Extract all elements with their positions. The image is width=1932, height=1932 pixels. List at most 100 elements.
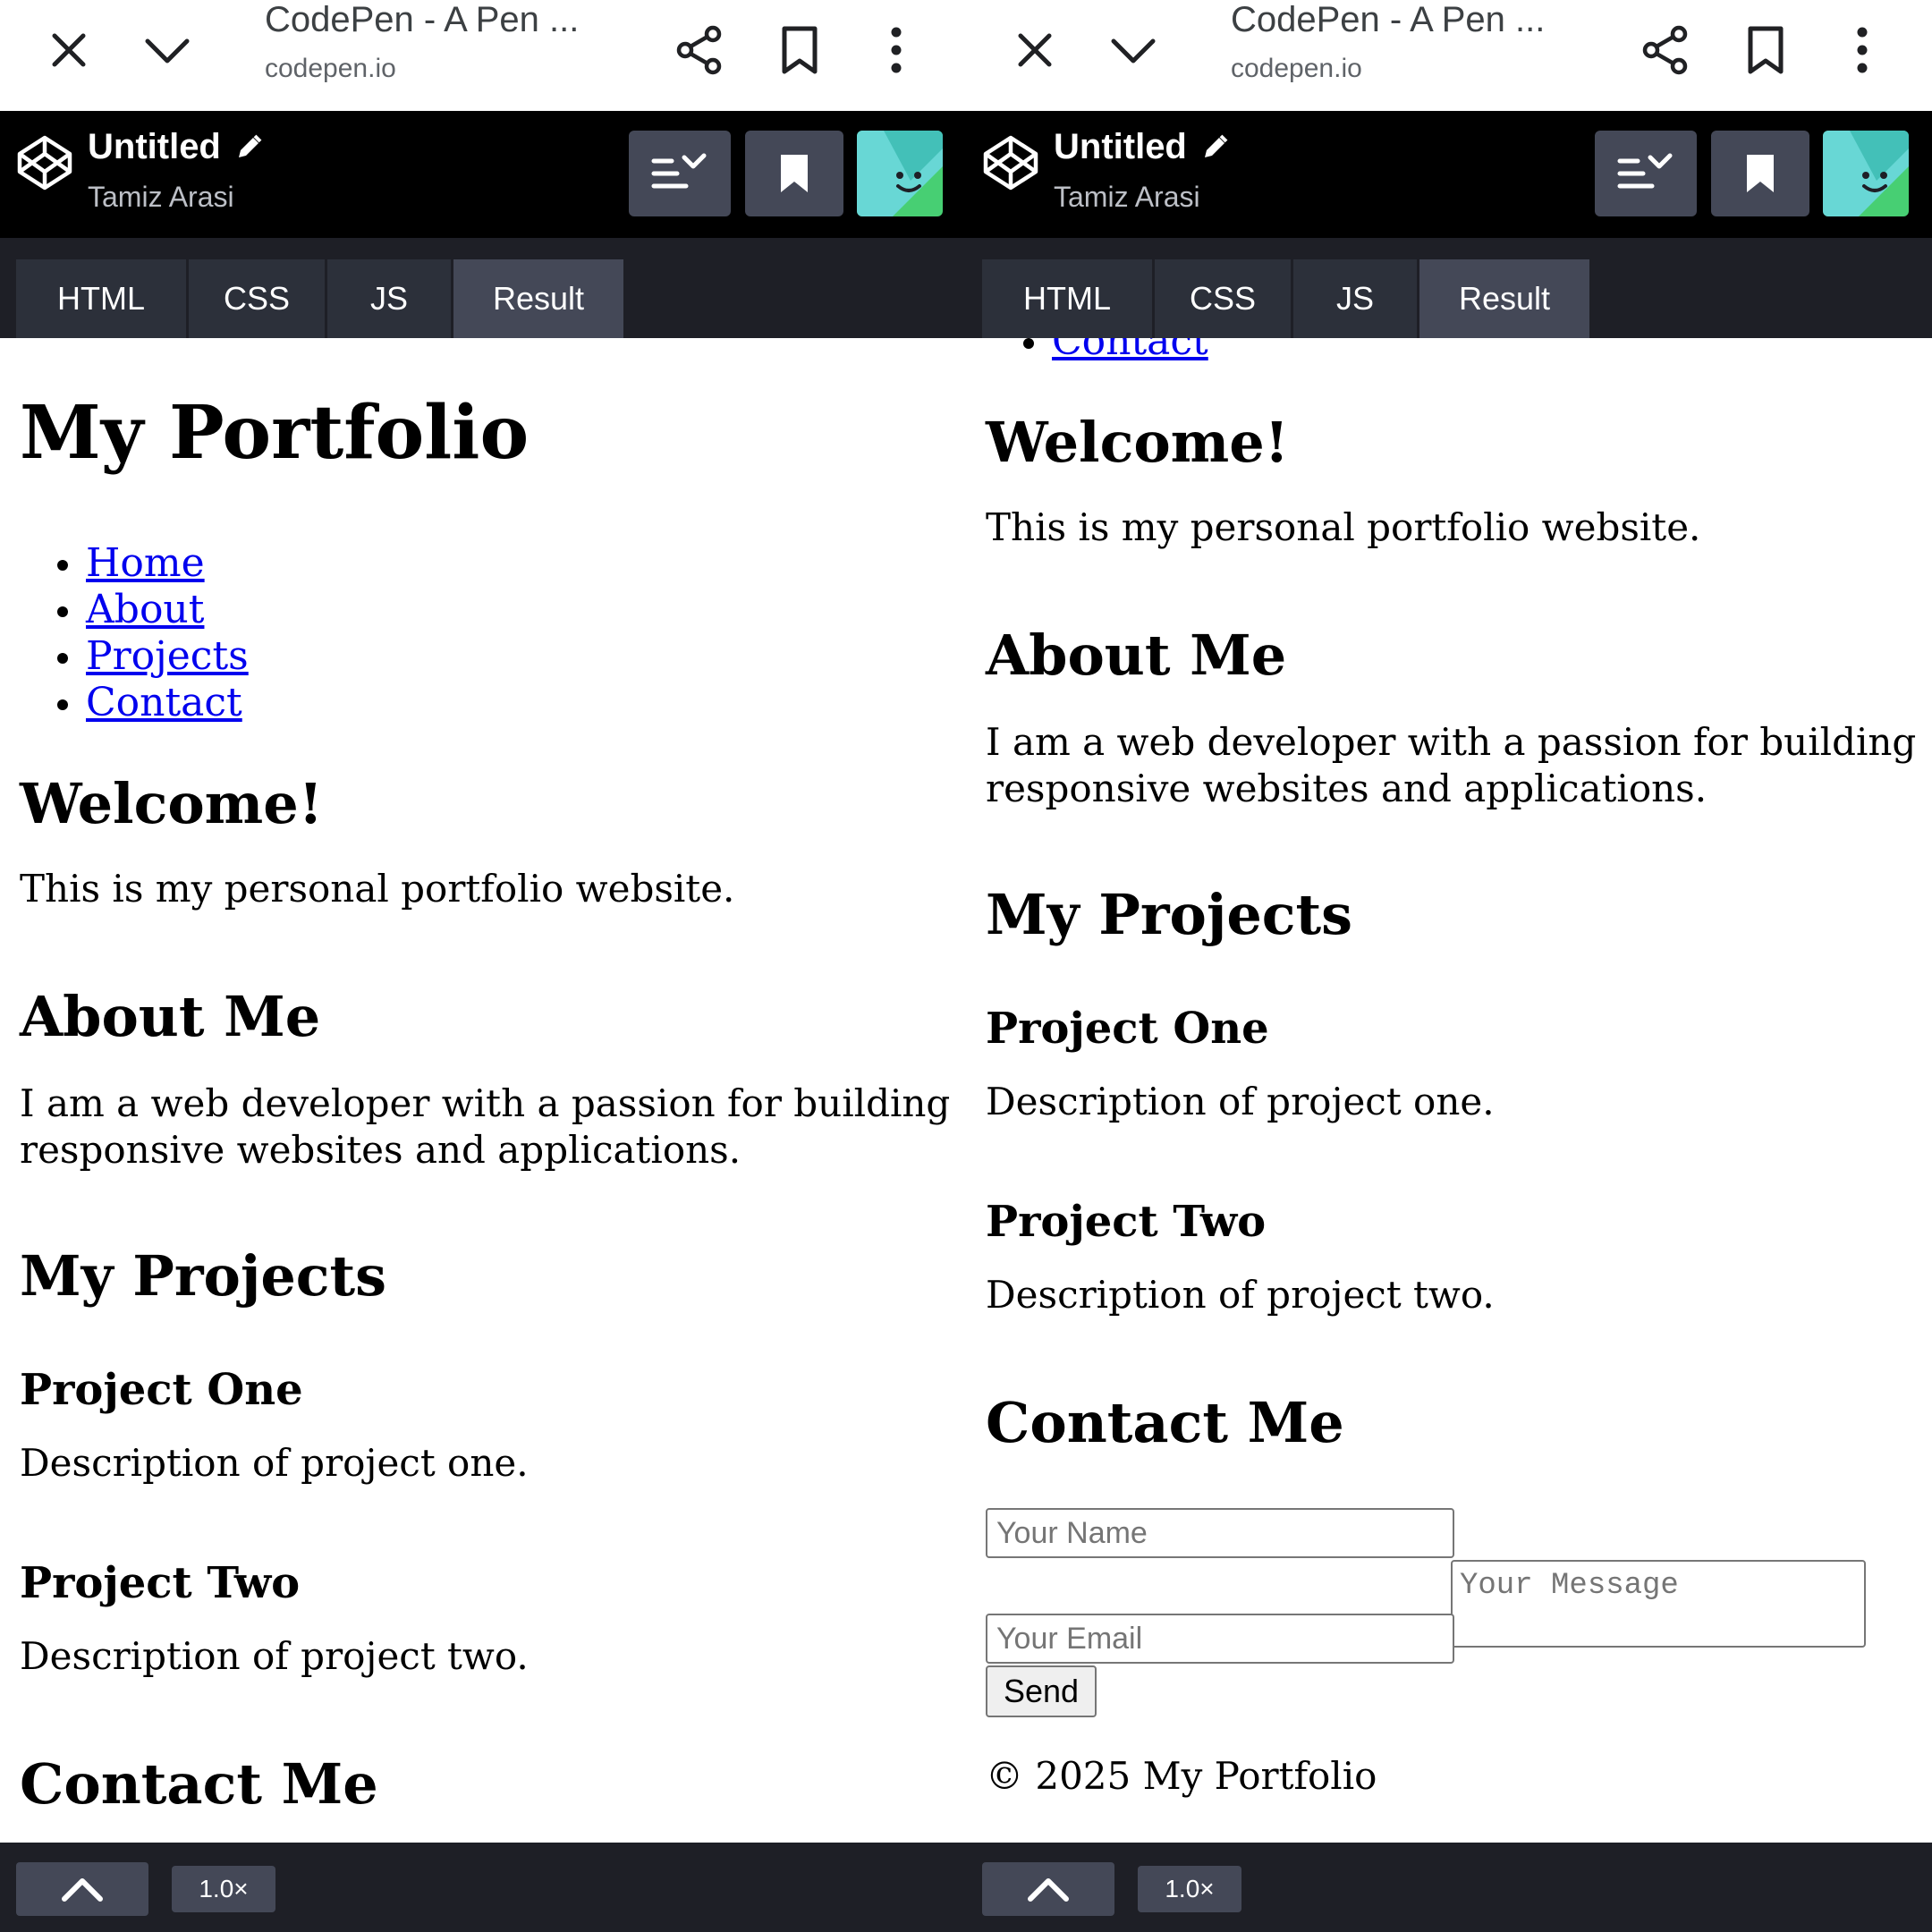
more-options-button[interactable] xyxy=(857,11,936,89)
editor-tabs: HTML CSS JS Result xyxy=(966,238,1932,338)
chevron-down-icon xyxy=(1111,38,1156,64)
layout-menu-button[interactable] xyxy=(629,131,731,216)
zoom-level-button[interactable]: 1.0× xyxy=(172,1866,275,1912)
tab-js[interactable]: JS xyxy=(327,259,451,338)
welcome-heading: Welcome! xyxy=(20,771,323,836)
bookmark-icon xyxy=(781,155,808,192)
welcome-heading: Welcome! xyxy=(986,410,1289,475)
bullet xyxy=(57,560,68,571)
nav-link-projects[interactable]: Projects xyxy=(86,633,249,679)
name-input[interactable] xyxy=(986,1508,1454,1558)
nav-item-about: About xyxy=(57,587,204,632)
about-heading: About Me xyxy=(20,984,321,1049)
user-avatar[interactable] xyxy=(857,131,943,216)
bookmark-icon xyxy=(1748,26,1784,74)
close-button[interactable] xyxy=(30,11,108,89)
nav-link-about[interactable]: About xyxy=(86,587,204,632)
more-options-button[interactable] xyxy=(1823,11,1902,89)
bookmark-button[interactable] xyxy=(760,11,839,89)
footer-copyright: © 2025 My Portfolio xyxy=(986,1754,1377,1798)
right-screen: CodePen - A Pen ... codepen.io Untitled … xyxy=(966,0,1932,1932)
nav-item-contact: Contact xyxy=(1023,338,1208,364)
bookmark-icon xyxy=(1747,155,1774,192)
nav-link-contact[interactable]: Contact xyxy=(86,680,242,725)
nav-link-home[interactable]: Home xyxy=(86,540,205,586)
tab-result[interactable]: Result xyxy=(453,259,623,338)
tab-result[interactable]: Result xyxy=(1419,259,1589,338)
close-icon xyxy=(1018,33,1052,67)
tab-css[interactable]: CSS xyxy=(1155,259,1291,338)
codepen-logo-icon[interactable] xyxy=(16,134,73,191)
pen-author[interactable]: Tamiz Arasi xyxy=(88,181,234,214)
contact-heading: Contact Me xyxy=(986,1390,1344,1455)
avatar-image xyxy=(857,131,943,216)
project-two-description: Description of project two. xyxy=(986,1273,1495,1317)
tab-html[interactable]: HTML xyxy=(982,259,1152,338)
split-screen: CodePen - A Pen ... codepen.io Untitled … xyxy=(0,0,1932,1932)
project-one-title: Project One xyxy=(986,1004,1269,1054)
project-one-title: Project One xyxy=(20,1365,303,1415)
tab-js[interactable]: JS xyxy=(1293,259,1417,338)
layout-menu-button[interactable] xyxy=(1595,131,1697,216)
pen-author[interactable]: Tamiz Arasi xyxy=(1054,181,1200,214)
browser-url: codepen.io xyxy=(1231,54,1362,83)
nav-item-projects: Projects xyxy=(57,633,249,679)
project-one-description: Description of project one. xyxy=(20,1441,529,1485)
share-button[interactable] xyxy=(1626,11,1705,89)
left-screen: CodePen - A Pen ... codepen.io Untitled … xyxy=(0,0,966,1932)
tab-html[interactable]: HTML xyxy=(16,259,186,338)
bookmark-icon xyxy=(782,26,818,74)
minimize-button[interactable] xyxy=(1094,11,1173,89)
contact-heading: Contact Me xyxy=(20,1751,378,1817)
message-textarea[interactable] xyxy=(1451,1560,1866,1648)
share-button[interactable] xyxy=(660,11,739,89)
about-text-line-2: responsive websites and applications. xyxy=(20,1128,741,1172)
project-two-description: Description of project two. xyxy=(20,1634,529,1678)
codepen-header: Untitled Tamiz Arasi xyxy=(0,111,966,238)
more-vert-icon xyxy=(1857,27,1868,73)
bookmark-button[interactable] xyxy=(1726,11,1805,89)
result-preview: My Portfolio Home About Projects Contact… xyxy=(0,338,966,1843)
send-button[interactable]: Send xyxy=(986,1665,1097,1717)
browser-page-title: CodePen - A Pen ... xyxy=(1231,0,1546,39)
about-text-line-2: responsive websites and applications. xyxy=(986,767,1707,810)
more-vert-icon xyxy=(891,27,902,73)
share-icon xyxy=(676,25,722,75)
project-two-title: Project Two xyxy=(20,1558,301,1608)
bullet xyxy=(57,699,68,710)
welcome-text: This is my personal portfolio website. xyxy=(20,867,735,911)
zoom-level-button[interactable]: 1.0× xyxy=(1138,1866,1241,1912)
codepen-logo-icon[interactable] xyxy=(982,134,1039,191)
tab-css[interactable]: CSS xyxy=(189,259,325,338)
close-icon xyxy=(52,33,86,67)
nav-link-contact[interactable]: Contact xyxy=(1052,338,1208,364)
share-icon xyxy=(1642,25,1688,75)
bullet xyxy=(1023,338,1034,349)
pen-title-text: Untitled xyxy=(1054,127,1187,166)
minimize-button[interactable] xyxy=(128,11,207,89)
browser-toolbar: CodePen - A Pen ... codepen.io xyxy=(966,0,1932,111)
chevron-up-icon xyxy=(62,1878,103,1902)
layout-menu-icon xyxy=(651,153,707,189)
chevron-up-icon xyxy=(1028,1878,1069,1902)
toggle-console-button[interactable] xyxy=(16,1862,148,1916)
save-pen-button[interactable] xyxy=(745,131,843,216)
about-text-line-1: I am a web developer with a passion for … xyxy=(20,1081,951,1125)
projects-heading: My Projects xyxy=(20,1243,387,1309)
pen-title[interactable]: Untitled xyxy=(88,127,264,167)
pencil-icon[interactable] xyxy=(233,132,264,163)
layout-menu-icon xyxy=(1617,153,1673,189)
close-button[interactable] xyxy=(996,11,1074,89)
about-text-line-1: I am a web developer with a passion for … xyxy=(986,720,1917,764)
browser-page-title: CodePen - A Pen ... xyxy=(265,0,580,39)
avatar-image xyxy=(1823,131,1909,216)
email-input[interactable] xyxy=(986,1614,1454,1664)
result-preview: Contact Welcome! This is my personal por… xyxy=(966,338,1932,1843)
toggle-console-button[interactable] xyxy=(982,1862,1114,1916)
bullet xyxy=(57,653,68,664)
save-pen-button[interactable] xyxy=(1711,131,1809,216)
pencil-icon[interactable] xyxy=(1199,132,1230,163)
pen-title[interactable]: Untitled xyxy=(1054,127,1230,167)
editor-tabs: HTML CSS JS Result xyxy=(0,238,966,338)
user-avatar[interactable] xyxy=(1823,131,1909,216)
